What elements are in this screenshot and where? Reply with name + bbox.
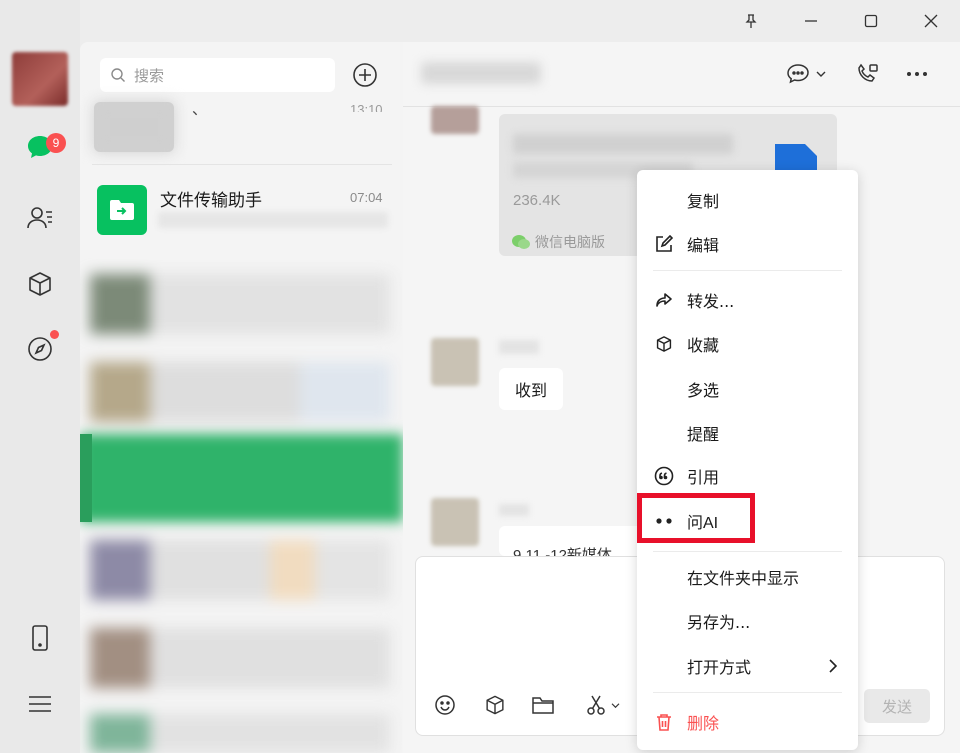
quote-icon <box>653 465 675 487</box>
folder-icon[interactable] <box>530 692 556 718</box>
chat-name[interactable]: 文件传输助手 <box>160 186 262 211</box>
list-item[interactable] <box>90 714 390 753</box>
menu-item-label: 转发... <box>687 292 735 311</box>
menu-item-label: 复制 <box>687 192 720 211</box>
wechat-logo-icon <box>511 234 531 250</box>
menu-item-open-with[interactable]: 打开方式 <box>637 648 858 684</box>
selection-marker <box>80 434 92 522</box>
chat-avatar-blur <box>94 102 174 152</box>
file-name-blurred <box>513 134 733 154</box>
sender-avatar[interactable] <box>431 338 479 386</box>
trash-icon <box>653 711 675 733</box>
chat-time: 07:04 <box>350 190 383 205</box>
favorites-cube-icon[interactable] <box>482 692 508 718</box>
menu-item-label: 另存为... <box>687 613 751 632</box>
favorites-cube-icon[interactable] <box>22 266 58 302</box>
list-item[interactable] <box>90 540 390 600</box>
contacts-icon[interactable] <box>22 200 58 236</box>
message-bubble[interactable]: 收到 <box>499 368 564 410</box>
unread-badge: 9 <box>46 133 66 153</box>
chat-name-partial: 、 <box>192 100 208 118</box>
file-transfer-icon <box>97 185 147 235</box>
phone-icon[interactable] <box>22 620 58 656</box>
sender-name-blurred <box>499 504 529 516</box>
menu-divider <box>653 551 842 552</box>
file-source: 微信电脑版 <box>511 232 605 252</box>
chat-options-icon[interactable] <box>783 60 829 88</box>
menu-item-label: 收藏 <box>687 336 720 355</box>
chevron-right-icon <box>829 659 837 673</box>
chat-preview-blurred <box>158 212 388 228</box>
sender-name-blurred <box>499 340 539 354</box>
list-item-selected[interactable] <box>80 434 403 522</box>
maximize-icon[interactable] <box>858 8 884 34</box>
list-item[interactable] <box>90 362 390 422</box>
menu-item-forward[interactable]: 转发... <box>637 282 858 318</box>
menu-item-label: 编辑 <box>687 236 720 255</box>
call-icon[interactable] <box>853 60 881 88</box>
menu-item-label: 提醒 <box>687 425 720 444</box>
menu-item-label: 多选 <box>687 381 720 400</box>
menu-item-save-as[interactable]: 另存为... <box>637 603 858 639</box>
chat-time-partial: 13:10 <box>350 102 383 112</box>
chat-title-blurred <box>421 62 541 84</box>
menu-item-show-in-folder[interactable]: 在文件夹中显示 <box>637 559 858 595</box>
add-icon[interactable] <box>352 62 378 88</box>
highlight-box <box>637 493 755 543</box>
context-menu: 复制 编辑 转发... 收藏 多选 提醒 引用 问AI 在文件夹中显示 另存为.… <box>637 170 858 750</box>
menu-divider <box>653 692 842 693</box>
minimize-icon[interactable] <box>798 8 824 34</box>
search-icon <box>110 67 126 83</box>
sender-avatar[interactable] <box>431 106 479 134</box>
menu-divider <box>653 270 842 271</box>
menu-item-edit[interactable]: 编辑 <box>637 226 858 262</box>
cube-icon <box>653 333 675 355</box>
menu-item-copy[interactable]: 复制 <box>637 182 858 218</box>
message-text: 收到 <box>515 381 548 400</box>
menu-item-label: 在文件夹中显示 <box>687 569 800 588</box>
screenshot-scissors-icon[interactable] <box>580 692 624 718</box>
list-item[interactable] <box>90 628 390 688</box>
sender-avatar[interactable] <box>431 498 479 546</box>
message-text: 9.11 -12新媒体 <box>513 547 612 556</box>
edit-icon <box>653 233 675 255</box>
menu-icon[interactable] <box>22 686 58 722</box>
menu-item-favorite[interactable]: 收藏 <box>637 326 858 362</box>
menu-item-multiselect[interactable]: 多选 <box>637 371 858 407</box>
list-item[interactable] <box>90 274 390 334</box>
close-icon[interactable] <box>918 8 944 34</box>
search-input[interactable]: 搜索 <box>100 58 335 92</box>
pin-icon[interactable] <box>738 8 764 34</box>
menu-item-label: 打开方式 <box>687 658 752 677</box>
notification-dot <box>50 330 59 339</box>
menu-item-label: 删除 <box>687 714 720 733</box>
forward-icon <box>653 289 675 311</box>
search-placeholder: 搜索 <box>134 66 165 85</box>
chat-list: 搜索 、 13:10 文件传输助手 07:04 <box>80 42 403 753</box>
menu-item-label: 引用 <box>687 468 720 487</box>
emoji-icon[interactable] <box>432 692 458 718</box>
file-source-label: 微信电脑版 <box>535 235 605 251</box>
send-button[interactable]: 发送 <box>864 689 930 723</box>
file-size: 236.4K <box>513 192 561 209</box>
menu-item-quote[interactable]: 引用 <box>637 458 858 494</box>
avatar[interactable] <box>12 52 68 106</box>
menu-item-remind[interactable]: 提醒 <box>637 415 858 451</box>
menu-item-delete[interactable]: 删除 <box>637 704 858 740</box>
more-icon[interactable] <box>903 60 931 88</box>
divider <box>92 164 392 165</box>
